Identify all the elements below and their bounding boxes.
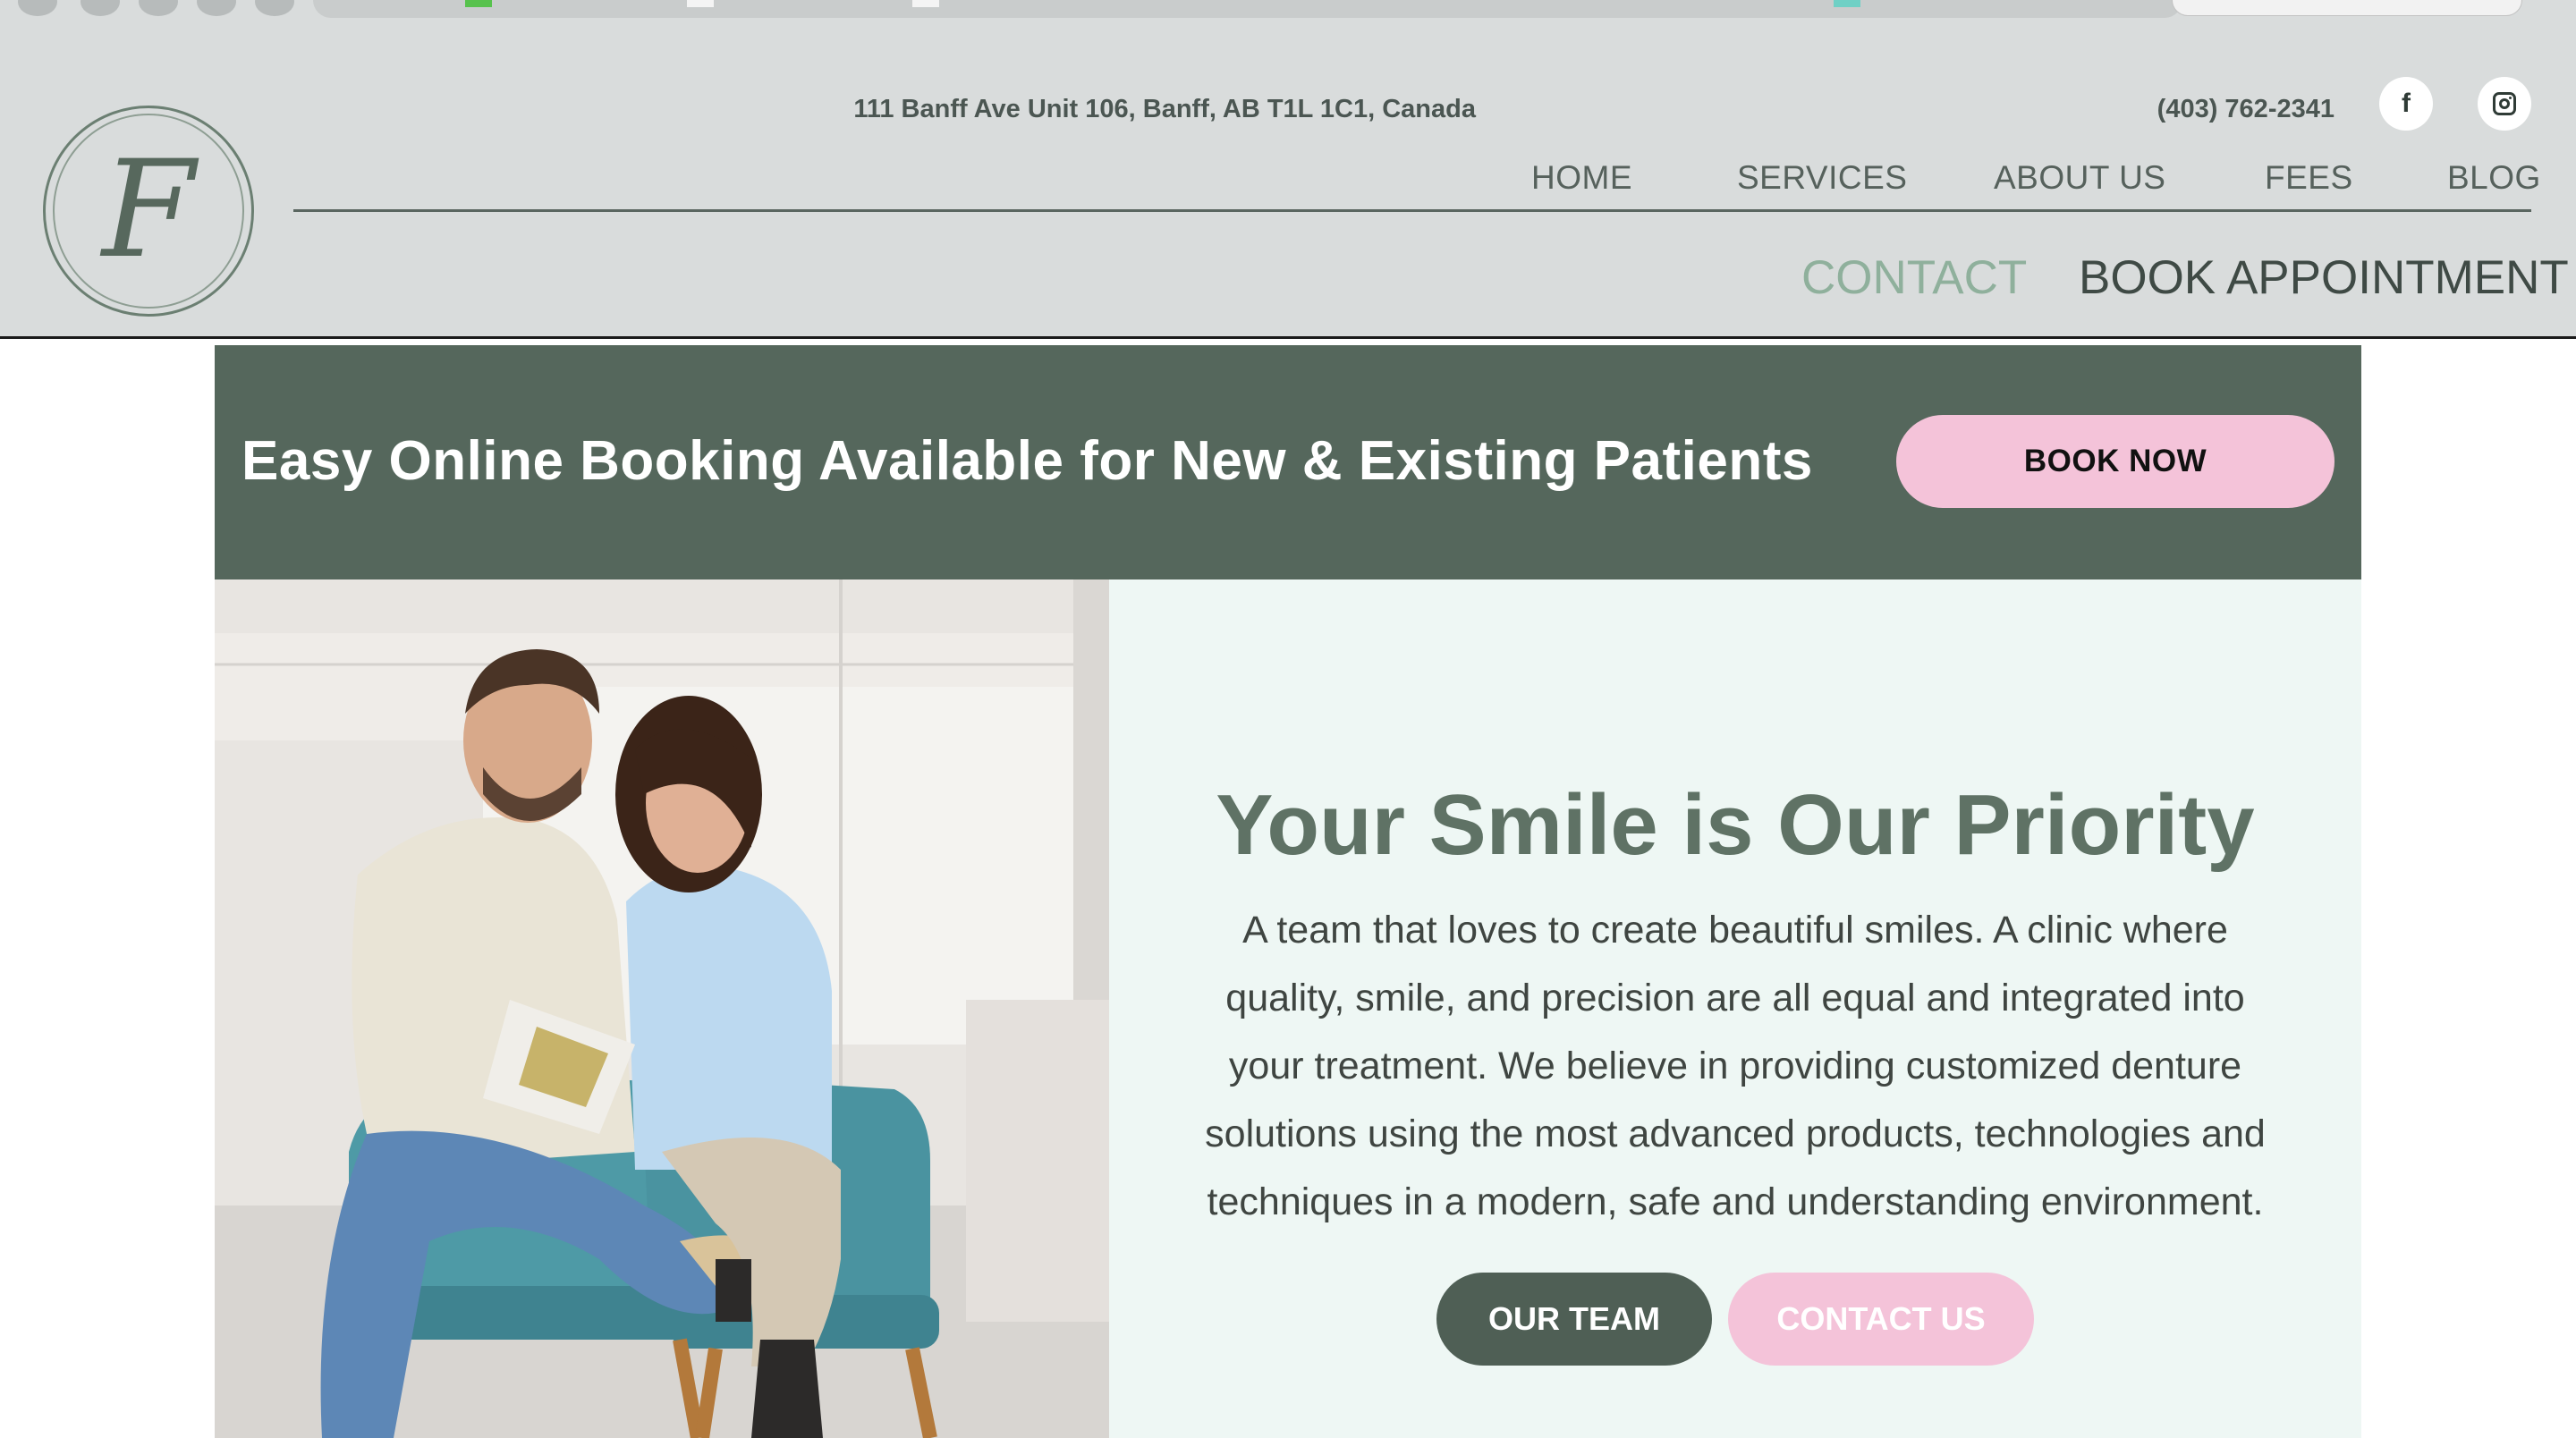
booking-banner: Easy Online Booking Available for New & … <box>215 345 2361 579</box>
instagram-icon[interactable] <box>2478 77 2531 131</box>
nav-blog[interactable]: BLOG <box>2447 159 2541 197</box>
browser-button-icon[interactable] <box>80 0 120 16</box>
nav-services[interactable]: SERVICES <box>1737 159 1907 197</box>
tab-favicon-icon <box>687 0 714 7</box>
clinic-phone[interactable]: (403) 762-2341 <box>2157 95 2334 124</box>
book-now-button[interactable]: BOOK NOW <box>1896 415 2334 508</box>
browser-chrome <box>0 0 2576 32</box>
nav-home[interactable]: HOME <box>1531 159 1632 197</box>
nav-divider <box>293 209 2531 212</box>
facebook-glyph: f <box>2402 89 2411 118</box>
site-header: F 111 Banff Ave Unit 106, Banff, AB T1L … <box>0 32 2576 339</box>
couple-waiting-room-image <box>215 579 1109 1438</box>
browser-address-bar[interactable] <box>2172 0 2522 16</box>
tab-favicon-icon <box>1834 0 1860 7</box>
banner-text: Easy Online Booking Available for New & … <box>242 430 1813 492</box>
nav-fees[interactable]: FEES <box>2265 159 2353 197</box>
logo-monogram: F <box>101 132 196 288</box>
tab-favicon-icon <box>912 0 939 7</box>
browser-button-icon[interactable] <box>255 0 294 16</box>
browser-button-icon[interactable] <box>18 0 57 16</box>
hero-photo <box>215 579 1109 1438</box>
clinic-address[interactable]: 111 Banff Ave Unit 106, Banff, AB T1L 1C… <box>853 95 1476 124</box>
nav-book-appointment[interactable]: BOOK APPOINTMENT <box>2079 250 2569 305</box>
browser-button-icon[interactable] <box>139 0 178 16</box>
instagram-glyph <box>2493 92 2516 115</box>
facebook-icon[interactable]: f <box>2379 77 2433 131</box>
hero-title: Your Smile is Our Priority <box>1216 777 2255 873</box>
contact-us-button[interactable]: CONTACT US <box>1728 1273 2034 1366</box>
browser-tab-strip[interactable] <box>313 0 2182 18</box>
hero-description: A team that loves to create beautiful sm… <box>1205 909 2266 1223</box>
clinic-logo[interactable]: F <box>43 106 254 317</box>
our-team-button[interactable]: OUR TEAM <box>1436 1273 1712 1366</box>
hero-panel: Your Smile is Our Priority A team that l… <box>1109 579 2361 1438</box>
tab-favicon-icon <box>465 0 492 7</box>
browser-button-icon[interactable] <box>197 0 236 16</box>
nav-contact[interactable]: CONTACT <box>1801 250 2027 305</box>
nav-about-us[interactable]: ABOUT US <box>1994 159 2165 197</box>
